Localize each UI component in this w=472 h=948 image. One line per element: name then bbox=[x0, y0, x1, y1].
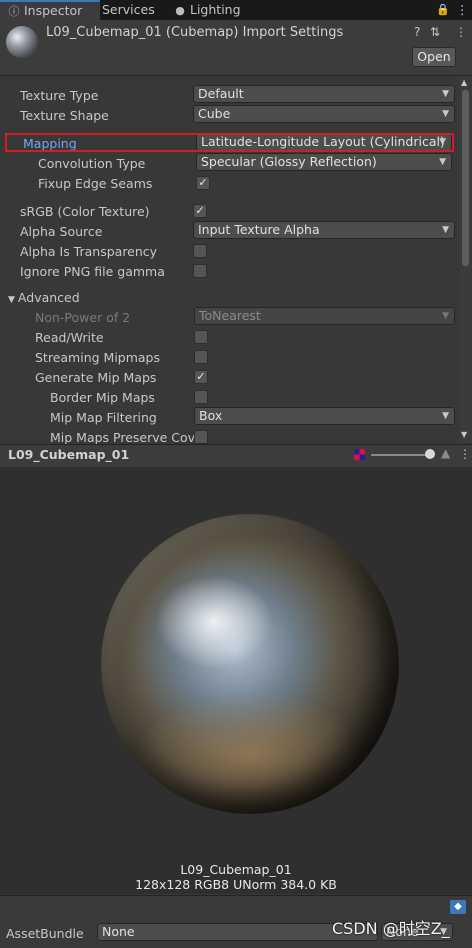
dropdown-arrow-icon: ▼ bbox=[439, 157, 446, 167]
non-power-of-2-dropdown: ToNearest ▼ bbox=[194, 307, 455, 325]
tab-services-label: Services bbox=[102, 2, 155, 17]
import-settings-panel bbox=[0, 76, 460, 443]
generate-mip-maps-label: Generate Mip Maps bbox=[35, 370, 157, 385]
checkmark-icon: ✓ bbox=[198, 176, 208, 189]
scroll-down-icon[interactable]: ▼ bbox=[461, 430, 467, 439]
preview-caption-info: 128x128 RGB8 UNorm 384.0 KB bbox=[135, 877, 337, 892]
asset-bundle-value: None bbox=[102, 924, 135, 939]
lightbulb-icon: ● bbox=[175, 4, 185, 17]
scrollbar-thumb[interactable] bbox=[462, 90, 469, 266]
open-button[interactable]: Open bbox=[412, 47, 456, 67]
alpha-is-transparency-label: Alpha Is Transparency bbox=[20, 244, 158, 259]
foldout-arrow-icon: ▼ bbox=[8, 295, 15, 305]
srgb-label: sRGB (Color Texture) bbox=[20, 204, 150, 219]
mip-level-slider-knob[interactable] bbox=[425, 449, 435, 459]
mip-map-filtering-label: Mip Map Filtering bbox=[50, 410, 157, 425]
watermark: CSDN @时空Z_ bbox=[332, 919, 450, 938]
dropdown-arrow-icon: ▼ bbox=[442, 311, 449, 321]
asset-label-icon[interactable]: ◆ bbox=[450, 900, 466, 914]
streaming-mipmaps-label: Streaming Mipmaps bbox=[35, 350, 161, 365]
fixup-edge-seams-label: Fixup Edge Seams bbox=[38, 176, 153, 191]
alpha-source-label: Alpha Source bbox=[20, 224, 103, 239]
mip-map-filtering-dropdown[interactable]: Box ▼ bbox=[194, 407, 455, 425]
tab-services[interactable]: Services bbox=[102, 0, 155, 20]
alpha-source-value: Input Texture Alpha bbox=[198, 222, 320, 237]
preset-settings-icon[interactable]: ⇅ bbox=[430, 25, 440, 39]
info-icon: ⓘ bbox=[8, 5, 20, 18]
preview-caption-name: L09_Cubemap_01 bbox=[180, 862, 292, 877]
border-mip-maps-label: Border Mip Maps bbox=[50, 390, 155, 405]
advanced-label: Advanced bbox=[17, 290, 80, 305]
fixup-edge-seams-checkbox[interactable]: ✓ bbox=[196, 176, 210, 190]
lock-icon[interactable]: 🔒 bbox=[436, 0, 450, 20]
dropdown-arrow-icon: ▼ bbox=[442, 89, 449, 99]
texture-shape-dropdown[interactable]: Cube ▼ bbox=[193, 105, 455, 123]
mapping-highlight-box bbox=[5, 133, 454, 152]
tab-inspector[interactable]: ⓘ Inspector bbox=[0, 0, 100, 20]
streaming-mipmaps-checkbox[interactable] bbox=[194, 350, 208, 364]
convolution-type-value: Specular (Glossy Reflection) bbox=[201, 154, 377, 169]
alpha-source-dropdown[interactable]: Input Texture Alpha ▼ bbox=[193, 221, 455, 239]
mip-icon[interactable]: ▲ bbox=[441, 446, 450, 460]
non-power-of-2-value: ToNearest bbox=[199, 308, 261, 323]
alpha-is-transparency-checkbox[interactable] bbox=[193, 244, 207, 258]
dropdown-arrow-icon: ▼ bbox=[442, 109, 449, 119]
texture-shape-value: Cube bbox=[198, 106, 231, 121]
dropdown-arrow-icon: ▼ bbox=[442, 225, 449, 235]
tab-lighting[interactable]: ● Lighting bbox=[174, 0, 241, 20]
preview-more-icon[interactable]: ⋮ bbox=[459, 447, 471, 461]
texture-type-dropdown[interactable]: Default ▼ bbox=[193, 85, 455, 103]
checkmark-icon: ✓ bbox=[195, 204, 205, 217]
scroll-up-icon[interactable]: ▲ bbox=[461, 78, 467, 87]
tab-lighting-label: Lighting bbox=[190, 2, 241, 17]
page-title: L09_Cubemap_01 (Cubemap) Import Settings bbox=[46, 25, 344, 40]
mip-map-filtering-value: Box bbox=[199, 408, 223, 423]
cubemap-preview-sphere[interactable] bbox=[101, 514, 399, 814]
dropdown-arrow-icon: ▼ bbox=[442, 411, 449, 421]
mip-maps-preserve-coverage-checkbox[interactable] bbox=[194, 430, 208, 444]
ignore-png-gamma-label: Ignore PNG file gamma bbox=[20, 264, 165, 279]
srgb-checkbox[interactable]: ✓ bbox=[193, 204, 207, 218]
tab-inspector-label: Inspector bbox=[24, 3, 83, 18]
mip-level-slider[interactable] bbox=[371, 454, 431, 456]
convolution-type-dropdown[interactable]: Specular (Glossy Reflection) ▼ bbox=[196, 153, 452, 171]
read-write-label: Read/Write bbox=[35, 330, 104, 345]
header-more-icon[interactable]: ⋮ bbox=[455, 25, 467, 39]
border-mip-maps-checkbox[interactable] bbox=[194, 390, 208, 404]
mip-maps-preserve-coverage-label: Mip Maps Preserve Cove bbox=[50, 430, 203, 445]
checkmark-icon: ✓ bbox=[196, 370, 206, 383]
color-channel-icon[interactable] bbox=[354, 449, 365, 460]
ignore-png-gamma-checkbox[interactable] bbox=[193, 264, 207, 278]
cubemap-thumbnail-icon bbox=[6, 26, 38, 58]
asset-bundle-label: AssetBundle bbox=[6, 926, 84, 941]
preview-title: L09_Cubemap_01 bbox=[8, 447, 130, 462]
non-power-of-2-label: Non-Power of 2 bbox=[35, 310, 131, 325]
advanced-foldout[interactable]: ▼ Advanced bbox=[8, 290, 80, 305]
texture-type-value: Default bbox=[198, 86, 244, 101]
convolution-type-label: Convolution Type bbox=[38, 156, 146, 171]
generate-mip-maps-checkbox[interactable]: ✓ bbox=[194, 370, 208, 384]
texture-shape-label: Texture Shape bbox=[20, 108, 109, 123]
read-write-checkbox[interactable] bbox=[194, 330, 208, 344]
help-icon[interactable]: ? bbox=[414, 25, 420, 39]
texture-type-label: Texture Type bbox=[20, 88, 99, 103]
tab-menu-icon[interactable]: ⋮ bbox=[456, 0, 469, 20]
